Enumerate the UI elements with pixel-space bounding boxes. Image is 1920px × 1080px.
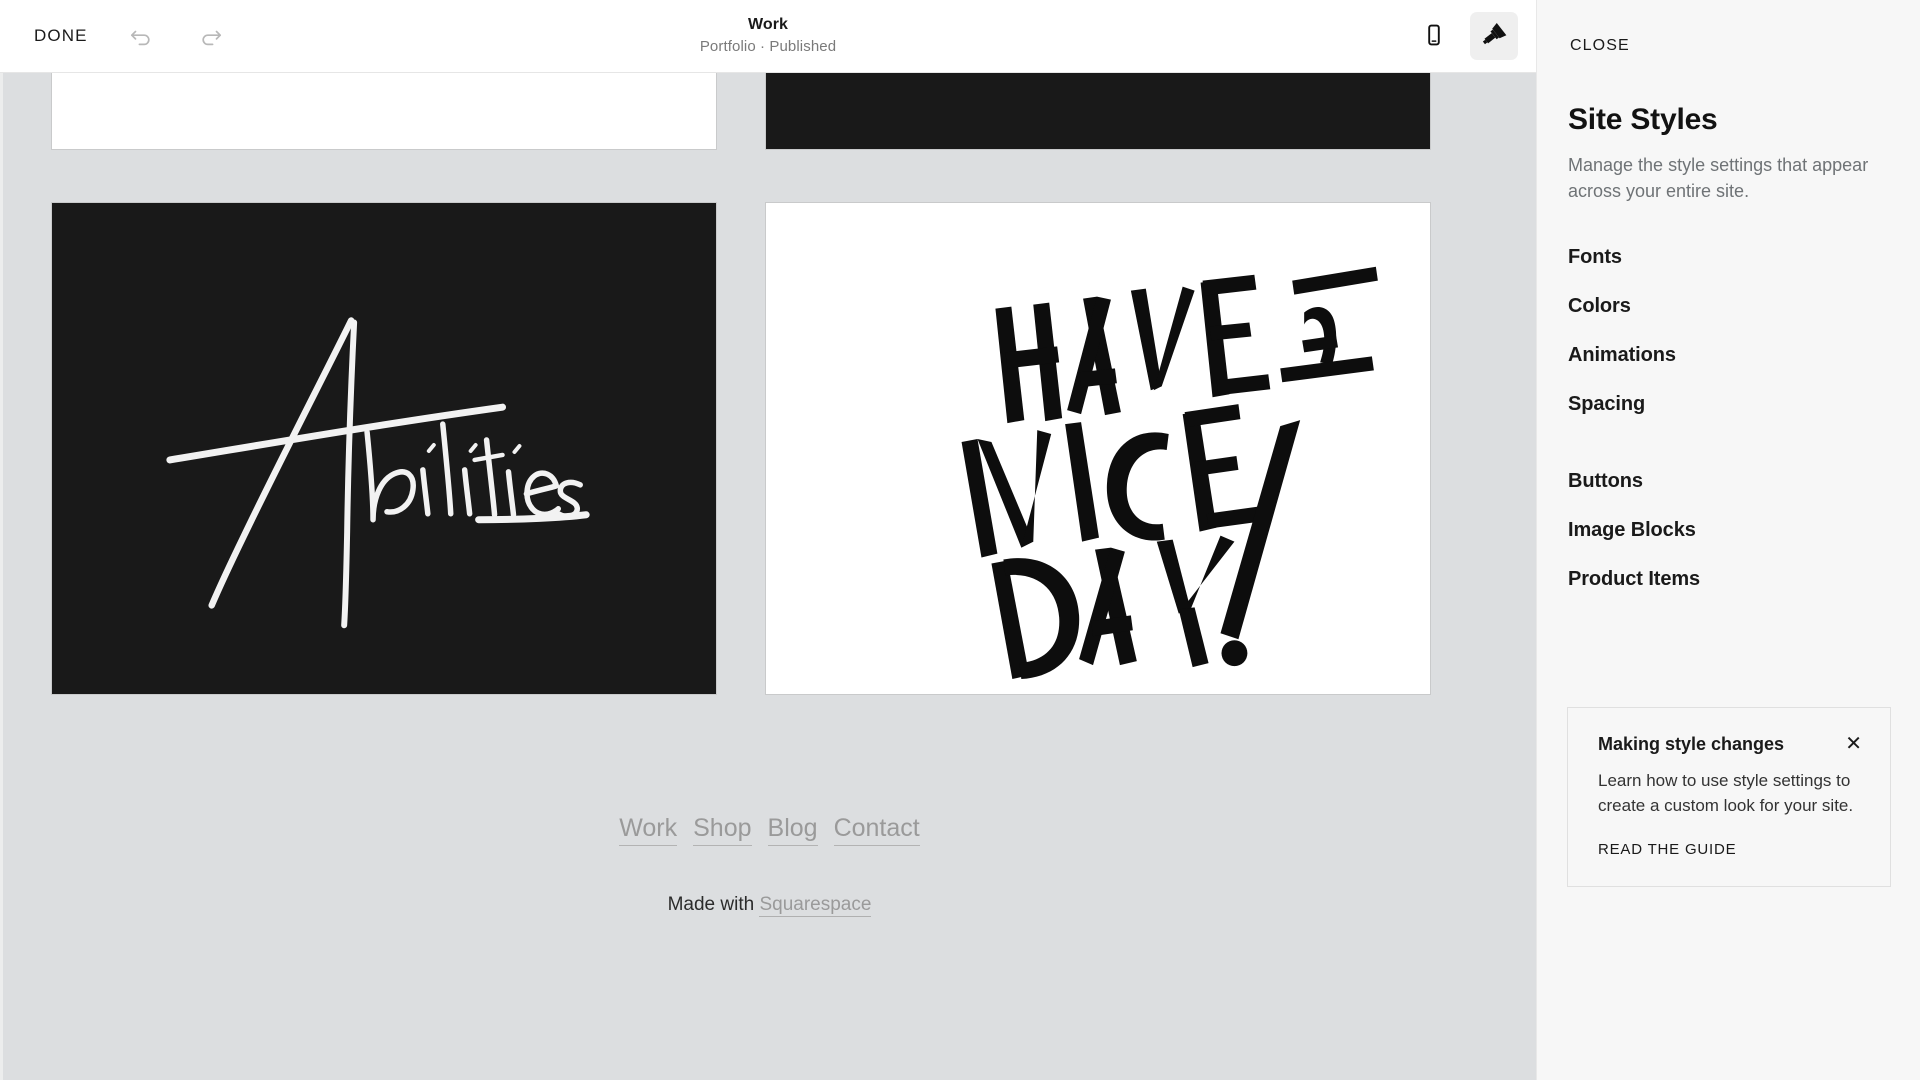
read-the-guide-link[interactable]: READ THE GUIDE bbox=[1598, 841, 1736, 858]
site-preview-canvas[interactable]: Work Shop Blog Contact Made with Squares… bbox=[0, 73, 1536, 1080]
footer-navigation: Work Shop Blog Contact bbox=[619, 813, 920, 846]
footer-link-contact[interactable]: Contact bbox=[833, 813, 920, 846]
mobile-preview-button[interactable] bbox=[1410, 12, 1458, 60]
undo-icon bbox=[127, 22, 155, 50]
page-title: Work bbox=[747, 16, 789, 34]
site-styles-panel: CLOSE Site Styles Manage the style setti… bbox=[1536, 0, 1920, 1080]
footer-link-work[interactable]: Work bbox=[619, 813, 678, 846]
panel-description: Manage the style settings that appear ac… bbox=[1568, 155, 1869, 202]
style-settings-menu: Fonts Colors Animations Spacing Buttons … bbox=[1568, 243, 1888, 614]
menu-item-product-items[interactable]: Product Items bbox=[1568, 565, 1888, 594]
menu-group-divider bbox=[1568, 439, 1888, 467]
done-button[interactable]: DONE bbox=[30, 20, 92, 52]
site-styles-editor: DONE Work Portfolio · Published Work Sho… bbox=[0, 0, 1920, 1080]
gallery-row-top-cropped bbox=[51, 73, 1488, 150]
menu-item-spacing[interactable]: Spacing bbox=[1568, 390, 1888, 419]
top-bar-right-group bbox=[1410, 0, 1518, 72]
menu-item-animations[interactable]: Animations bbox=[1568, 341, 1888, 370]
editor-top-bar: DONE Work Portfolio · Published bbox=[0, 0, 1536, 73]
gallery-grid bbox=[3, 73, 1536, 695]
style-tip-card: Making style changes ✕ Learn how to use … bbox=[1567, 707, 1891, 887]
footer-link-blog[interactable]: Blog bbox=[767, 813, 818, 846]
made-with-line: Made with Squarespace bbox=[667, 894, 872, 917]
menu-item-buttons[interactable]: Buttons bbox=[1568, 467, 1888, 496]
panel-heading: Site Styles bbox=[1568, 103, 1718, 136]
made-with-prefix: Made with bbox=[667, 894, 760, 915]
menu-item-fonts[interactable]: Fonts bbox=[1568, 243, 1888, 272]
close-x-icon[interactable]: ✕ bbox=[1845, 734, 1862, 754]
redo-button[interactable] bbox=[190, 15, 232, 57]
gallery-row-main bbox=[51, 202, 1488, 695]
page-status: Portfolio · Published bbox=[699, 38, 837, 56]
tip-card-header: Making style changes ✕ bbox=[1568, 708, 1890, 755]
paintbrush-icon bbox=[1480, 21, 1508, 52]
have-a-nice-day-lettering bbox=[961, 266, 1378, 680]
menu-item-image-blocks[interactable]: Image Blocks bbox=[1568, 516, 1888, 545]
image-block-top-right[interactable] bbox=[765, 73, 1431, 150]
image-block-have-a-nice-day[interactable] bbox=[765, 202, 1431, 695]
redo-icon bbox=[197, 22, 225, 50]
abilities-script-lettering bbox=[166, 317, 590, 629]
tip-card-title: Making style changes bbox=[1598, 734, 1785, 754]
image-block-abilities[interactable] bbox=[51, 202, 717, 695]
site-footer: Work Shop Blog Contact Made with Squares… bbox=[3, 813, 1536, 917]
site-styles-button[interactable] bbox=[1470, 12, 1518, 60]
footer-link-shop[interactable]: Shop bbox=[693, 813, 752, 846]
panel-close-button[interactable]: CLOSE bbox=[1568, 33, 1632, 59]
mobile-device-icon bbox=[1421, 22, 1447, 51]
squarespace-link[interactable]: Squarespace bbox=[759, 894, 872, 917]
undo-button[interactable] bbox=[120, 15, 162, 57]
top-bar-left-group: DONE bbox=[0, 0, 232, 72]
image-block-top-left[interactable] bbox=[51, 73, 717, 150]
menu-item-colors[interactable]: Colors bbox=[1568, 292, 1888, 321]
tip-card-body: Learn how to use style settings to creat… bbox=[1598, 771, 1854, 815]
